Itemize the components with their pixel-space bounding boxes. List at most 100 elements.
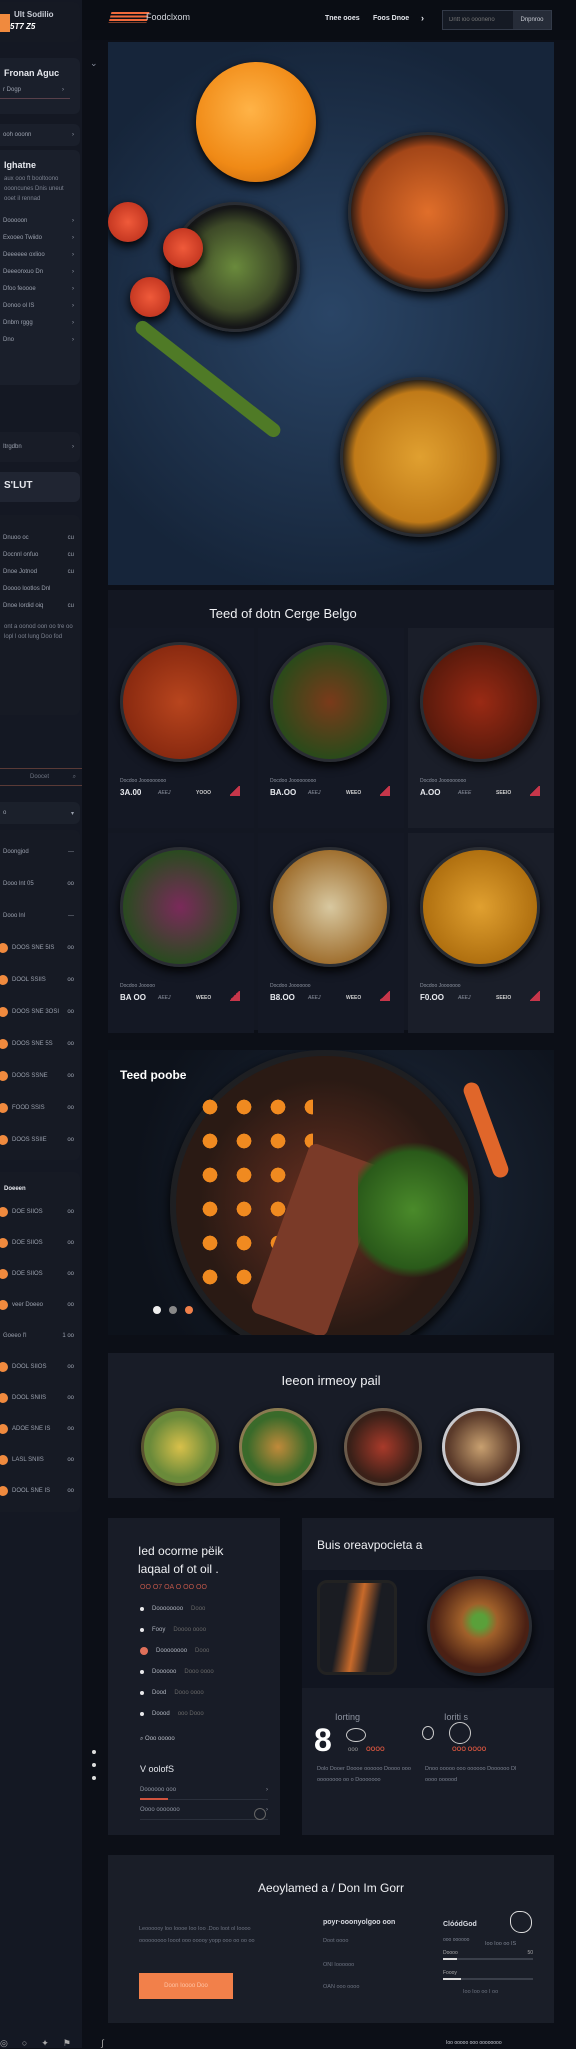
sidebar-menu-item[interactable]: Dnbm rggg ›: [0, 314, 80, 331]
recipe-item[interactable]: Dood Dooo oooo: [140, 1682, 214, 1703]
dish-card[interactable]: Docdoo Jooooo BA OO AEEJ WEEO: [108, 833, 254, 1033]
bookmark-icon[interactable]: [230, 786, 240, 796]
sidebar-menu-item[interactable]: Exooeo Twiido ›: [0, 229, 80, 246]
sidebar-item[interactable]: DOOL SIIOS oo: [0, 1358, 80, 1375]
sidebar-item[interactable]: DOOS SNE 3OSI oo: [0, 1004, 80, 1021]
sidebar-group[interactable]: Itrgdbn ›: [0, 432, 80, 462]
sidebar-menu-item[interactable]: Dfoo feoooe ›: [0, 280, 80, 297]
dish-thumb[interactable]: [442, 1408, 520, 1486]
dot-icon: [0, 1361, 8, 1372]
sidebar-item[interactable]: DOOL SSIIS oo: [0, 972, 80, 989]
sidebar-menu-item[interactable]: Dno ›: [0, 331, 80, 348]
sidebar-item[interactable]: Dnoe lordid oiq cu: [0, 597, 80, 614]
footer-link[interactable]: Doot oooo: [323, 1938, 348, 1944]
dish-thumb[interactable]: [344, 1408, 422, 1486]
footer-email[interactable]: poyr·ooonyolgoo oon: [323, 1919, 395, 1926]
stats-card: Buis oreavpocieta a Iorting 8 ooo OOOO I…: [302, 1518, 554, 1835]
recipe-item[interactable]: Fooy Doooo oooo: [140, 1619, 214, 1640]
recipe-item[interactable]: Doooooo Dooo oooo: [140, 1661, 214, 1682]
dish-card[interactable]: Docdoo Jooooooo B8.OO AEEJ WEEO: [258, 833, 404, 1033]
sidebar-item[interactable]: DOOS SNE 5IS oo: [0, 940, 80, 957]
sidebar-note: ont a oonod oon oo tre oo lopl l oot lun…: [4, 624, 73, 640]
dish-image: [120, 642, 240, 762]
sidebar-menu-item[interactable]: Deeeonxuo Dn ›: [0, 263, 80, 280]
sidebar-menu-item[interactable]: Dooooon ›: [0, 212, 80, 229]
recipe-item[interactable]: Doood ooo Dooo: [140, 1703, 214, 1724]
nav-link-2[interactable]: Foos Dnoe: [373, 15, 409, 22]
recipe-item[interactable]: Doooooooo Dooo: [140, 1640, 214, 1661]
sidebar-item[interactable]: Goeeo l'l 1 oo: [0, 1327, 80, 1344]
dish-image: [420, 642, 540, 762]
sidebar-item[interactable]: ADOE SNE IS oo: [0, 1420, 80, 1437]
chevron-down-icon[interactable]: ⌄: [90, 58, 98, 69]
sidebar-menu-item[interactable]: Donoo ol IS ›: [0, 297, 80, 314]
pager-dots[interactable]: [92, 1750, 96, 1780]
bookmark-icon[interactable]: [530, 786, 540, 796]
dish-card[interactable]: Docdoo Jooooooo F0.OO AEEJ SEEIO: [408, 833, 554, 1033]
nav-link-1[interactable]: Tnee ooes: [325, 15, 360, 22]
carousel-dot[interactable]: [169, 1306, 177, 1314]
sidebar-tabs[interactable]: Doocet ⌕: [0, 768, 82, 786]
dish-thumb[interactable]: [239, 1408, 317, 1486]
carousel-dot[interactable]: [153, 1306, 161, 1314]
recipe-item[interactable]: Doooooooo Dooo: [140, 1598, 214, 1619]
cta-button[interactable]: Doon Ioooo Doo: [139, 1973, 233, 1999]
sidebar-item[interactable]: Doooo lootlos Dnl: [0, 580, 80, 597]
sidebar-bar[interactable]: ooh ooonn ›: [0, 124, 80, 146]
sidebar-item[interactable]: DOOS SSNE oo: [0, 1068, 80, 1085]
footer-link[interactable]: ONI Ioooooo: [323, 1962, 354, 1968]
footer-link[interactable]: OAN ooo oooo: [323, 1984, 359, 1990]
sidebar-item[interactable]: DOOS SNE 5S oo: [0, 1036, 80, 1053]
sidebar-item[interactable]: DOE SIIOS oo: [0, 1265, 80, 1282]
bookmark-icon[interactable]: [530, 991, 540, 1001]
sidebar-item[interactable]: DOOS SSIIE oo: [0, 1132, 80, 1149]
sidebar-menu-item[interactable]: Deeeeee oxlioo ›: [0, 246, 80, 263]
sidebar-item[interactable]: DOOL SNE IS oo: [0, 1482, 80, 1499]
sidebar-item[interactable]: Docnnl onfuo cu: [0, 546, 80, 563]
sidebar-item[interactable]: Dooo lnl ---: [0, 908, 80, 925]
sidebar-item[interactable]: DOE SIIOS oo: [0, 1234, 80, 1251]
menu-label: Dooooon: [3, 217, 28, 224]
sidebar-item[interactable]: FOOD SSIS oo: [0, 1100, 80, 1117]
recipe-link[interactable]: Oooo ooooooo ›: [140, 1800, 268, 1820]
settings-icon[interactable]: [254, 1808, 266, 1820]
sidebar-item[interactable]: Dnuoo oc cu: [0, 529, 80, 546]
sidebar-item[interactable]: Dooo lnt 05 oo: [0, 876, 80, 893]
brand-sub: 5T7 Z5: [10, 22, 36, 31]
sidebar-item[interactable]: LASL SNIIS oo: [0, 1451, 80, 1468]
item-label: Dooo lnl: [3, 913, 26, 919]
bookmark-icon[interactable]: [230, 991, 240, 1001]
select-value: o: [3, 810, 7, 816]
carousel-dots[interactable]: [153, 1306, 193, 1314]
sidebar-select[interactable]: o ▾: [0, 802, 80, 824]
sidebar-item[interactable]: DOOL SNIIS oo: [0, 1389, 80, 1406]
bar-label: Foooy: [443, 1970, 457, 1976]
search-input[interactable]: [443, 11, 513, 29]
recipe-search[interactable]: ⌕ Ooo ooooo: [140, 1736, 175, 1743]
sidebar-item[interactable]: Doongjod ---: [0, 844, 80, 861]
pepper: [196, 62, 316, 182]
item-label: veer Doeeo: [12, 1301, 44, 1308]
dish-thumb[interactable]: [141, 1408, 219, 1486]
item-label: Docnnl onfuo: [3, 551, 39, 558]
carousel-dot-active[interactable]: [185, 1306, 193, 1314]
item-count: oo: [67, 1301, 74, 1308]
search-icon[interactable]: ⌕: [73, 774, 76, 781]
panel-item[interactable]: r Dogp ›: [0, 82, 70, 99]
dish-card[interactable]: Docdoo Jooooooooo A.OO AEEE SEEIO: [408, 628, 554, 828]
sidebar-item[interactable]: DOE SIIOS oo: [0, 1203, 80, 1220]
recipe-link[interactable]: Doooooo ooo ›: [140, 1780, 268, 1800]
chevron-right-icon[interactable]: ›: [421, 13, 424, 23]
search-button[interactable]: Dnpnroo: [513, 11, 551, 29]
sidebar-item[interactable]: veer Doeeo oo: [0, 1296, 80, 1313]
bookmark-icon[interactable]: [380, 786, 390, 796]
dish-caption: Docdoo Jooooooooo: [420, 778, 467, 784]
sidebar-item[interactable]: Dnoe Jotnod cu: [0, 563, 80, 580]
recipe-search-label: Ooo ooooo: [145, 1736, 175, 1742]
dish-card[interactable]: Docdoo Jooooooooo 3A.00 AEEJ YOOO: [108, 628, 254, 828]
dish-card[interactable]: Docdoo Jooooooooo BA.OO AEEJ WEEO: [258, 628, 404, 828]
logo-text[interactable]: Foodclxom: [146, 12, 190, 22]
bookmark-icon[interactable]: [380, 991, 390, 1001]
item-count: oo: [67, 1105, 74, 1111]
social-icons[interactable]: ◎○✦⚑ ∫: [0, 2038, 118, 2049]
